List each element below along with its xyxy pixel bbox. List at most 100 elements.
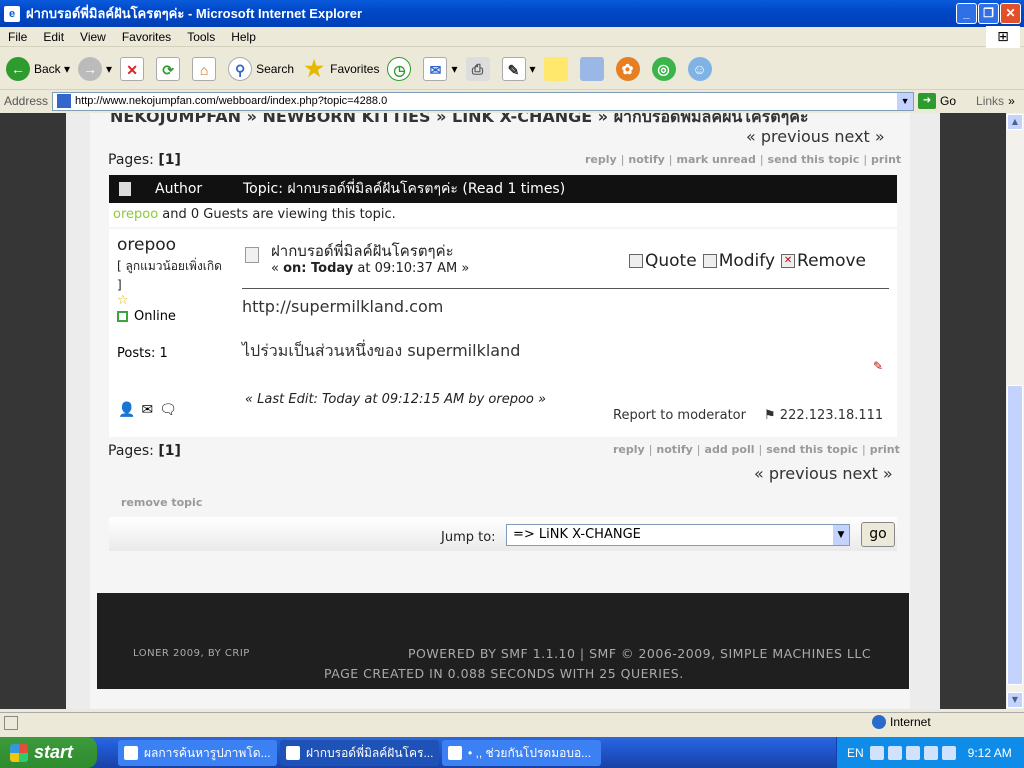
- menu-help[interactable]: Help: [223, 30, 264, 44]
- home-icon: ⌂: [192, 56, 217, 81]
- remove-topic-link[interactable]: remove topic: [121, 496, 202, 509]
- home-button[interactable]: ⌂: [192, 56, 220, 81]
- system-tray: EN 9:12 AM: [836, 737, 1024, 768]
- topic-actions-top: reply | notify | mark unread | send this topic…: [585, 153, 902, 166]
- window-titlebar: e ฝากบรอด์พี่มิลค์ฝันโครตๆค่ะ - Microsof…: [0, 0, 1024, 27]
- email-icon[interactable]: ✉: [141, 402, 153, 418]
- monitor-icon[interactable]: [941, 745, 956, 760]
- stop-button[interactable]: ✕: [120, 56, 148, 81]
- go-button[interactable]: ➜ Go: [918, 93, 956, 109]
- profile-icon[interactable]: 👤: [118, 402, 135, 418]
- viewing-user-link[interactable]: orepoo: [113, 207, 158, 222]
- ie-icon: [124, 746, 138, 760]
- ie-icon: [286, 746, 300, 760]
- clock[interactable]: 9:12 AM: [968, 746, 1012, 760]
- task-button[interactable]: • ,, ช่วยกันโปรดมอบอ...: [442, 740, 601, 766]
- ie-icon: [448, 746, 462, 760]
- volume-icon[interactable]: [887, 745, 902, 760]
- minimize-button[interactable]: _: [956, 3, 977, 24]
- send-topic-link-bottom[interactable]: send this topic: [766, 443, 858, 456]
- print-link-bottom[interactable]: print: [870, 443, 900, 456]
- quote-icon: [629, 254, 643, 268]
- favorites-button[interactable]: ★ Favorites: [302, 56, 379, 81]
- search-button[interactable]: ⚲ Search: [228, 56, 294, 81]
- messenger-icon: ✿: [615, 56, 640, 81]
- mail-button[interactable]: ✉ ▾: [423, 56, 458, 81]
- skype-button[interactable]: ◎: [651, 56, 680, 81]
- stop-icon: ✕: [120, 56, 145, 81]
- maximize-button[interactable]: ❐: [978, 3, 999, 24]
- report-to-moderator-link[interactable]: Report to moderator: [613, 408, 746, 423]
- online-icon: [117, 311, 128, 322]
- menu-file[interactable]: File: [0, 30, 35, 44]
- last-edit: « Last Edit: Today at 09:12:15 AM by ore…: [245, 392, 547, 407]
- refresh-button[interactable]: ⟳: [156, 56, 184, 81]
- menu-favorites[interactable]: Favorites: [114, 30, 179, 44]
- remove-button[interactable]: ✕ Remove: [781, 251, 866, 271]
- prev-next-top[interactable]: « previous next »: [746, 127, 885, 146]
- poster-name[interactable]: orepoo: [117, 235, 227, 255]
- topic-title: Topic: ฝากบรอด์พี่มิลค์ฝันโครตๆค่ะ (Read…: [243, 181, 566, 197]
- history-button[interactable]: ◷: [387, 56, 415, 81]
- post-divider: [242, 288, 889, 289]
- chevron-right-icon[interactable]: »: [1008, 94, 1015, 108]
- network-icon[interactable]: [905, 745, 920, 760]
- send-topic-link[interactable]: send this topic: [768, 153, 860, 166]
- antivirus-icon[interactable]: [923, 745, 938, 760]
- chevron-down-icon: ▼: [833, 525, 849, 545]
- scroll-up-icon[interactable]: ▲: [1007, 114, 1023, 130]
- start-button[interactable]: start: [0, 737, 97, 768]
- menu-view[interactable]: View: [72, 30, 114, 44]
- toolbar: ← Back ▾ → ▾ ✕ ⟳ ⌂ ⚲ Search ★ Favorites ◷ ✉ ▾…: [0, 48, 1024, 90]
- jump-go-button[interactable]: go: [861, 522, 895, 547]
- poster-title: [ ลูกแมวน้อยเพิ่งเกิด ]: [117, 259, 222, 292]
- vertical-scrollbar[interactable]: ▲ ▼: [1006, 113, 1024, 709]
- security-zone: Internet: [872, 715, 931, 729]
- forward-button[interactable]: → ▾: [78, 56, 112, 81]
- quote-button[interactable]: Quote: [629, 251, 697, 271]
- add-poll-link[interactable]: add poll: [705, 443, 755, 456]
- menu-edit[interactable]: Edit: [35, 30, 72, 44]
- jump-to-bar: Jump to: => LiNK X-CHANGE ▼ go: [109, 517, 897, 551]
- tray-expand-icon[interactable]: [869, 745, 884, 760]
- prev-next-bottom[interactable]: « previous next »: [754, 464, 893, 483]
- footer: LONER 2009, BY CRIP POWERED BY SMF 1.1.1…: [97, 593, 909, 689]
- post-body-text: ไปร่วมเป็นส่วนหนึ่งของ supermilkland: [242, 341, 521, 360]
- address-input[interactable]: http://www.nekojumpfan.com/webboard/inde…: [52, 91, 915, 111]
- messenger-button[interactable]: ✿: [615, 56, 644, 81]
- report-flag-icon[interactable]: ✎: [873, 359, 883, 373]
- notify-link[interactable]: notify: [628, 153, 664, 166]
- print-link[interactable]: print: [871, 153, 901, 166]
- links-button[interactable]: Links: [976, 94, 1004, 108]
- breadcrumb[interactable]: NEKOJUMPFAN » NEWBORN KITTIES » LINK X-C…: [110, 113, 809, 130]
- back-button[interactable]: ← Back ▾: [6, 56, 70, 81]
- language-indicator[interactable]: EN: [847, 746, 864, 760]
- contacts-button[interactable]: ☺: [687, 56, 716, 81]
- reply-link[interactable]: reply: [585, 153, 617, 166]
- notify-link-bottom[interactable]: notify: [656, 443, 692, 456]
- task-button[interactable]: ผลการค้นหารูปภาพโด...: [118, 740, 277, 766]
- menu-tools[interactable]: Tools: [179, 30, 223, 44]
- topic-actions-bottom: reply | notify | add poll | send this topic | pr…: [613, 443, 900, 456]
- pm-icon[interactable]: 🗨: [159, 402, 177, 418]
- discuss-button[interactable]: [543, 56, 572, 81]
- page-link-1[interactable]: [1]: [158, 152, 181, 168]
- post-body-link[interactable]: http://supermilkland.com: [242, 297, 443, 316]
- research-button[interactable]: [579, 56, 608, 81]
- page-link-1-bottom[interactable]: [1]: [158, 443, 181, 459]
- footer-powered[interactable]: POWERED BY SMF 1.1.10 | SMF © 2006-2009,…: [408, 646, 871, 661]
- print-button[interactable]: ⎙: [465, 56, 494, 81]
- post-subject[interactable]: ฝากบรอด์พี่มิลค์ฝันโครตๆค่ะ: [271, 239, 454, 263]
- footer-theme[interactable]: LONER 2009, BY CRIP: [133, 648, 250, 659]
- scrollbar-thumb[interactable]: [1007, 385, 1023, 685]
- globe-icon: ◎: [651, 56, 676, 81]
- task-button-active[interactable]: ฝากบรอด์พี่มิลค์ฝันโคร...: [280, 740, 439, 766]
- reply-link-bottom[interactable]: reply: [613, 443, 645, 456]
- jump-to-select[interactable]: => LiNK X-CHANGE ▼: [506, 524, 850, 546]
- mark-unread-link[interactable]: mark unread: [677, 153, 756, 166]
- scroll-down-icon[interactable]: ▼: [1007, 692, 1023, 708]
- close-button[interactable]: ✕: [1000, 3, 1021, 24]
- chevron-down-icon[interactable]: ▼: [897, 92, 914, 110]
- edit-button[interactable]: ✎ ▾: [501, 56, 536, 81]
- modify-button[interactable]: Modify: [702, 251, 775, 271]
